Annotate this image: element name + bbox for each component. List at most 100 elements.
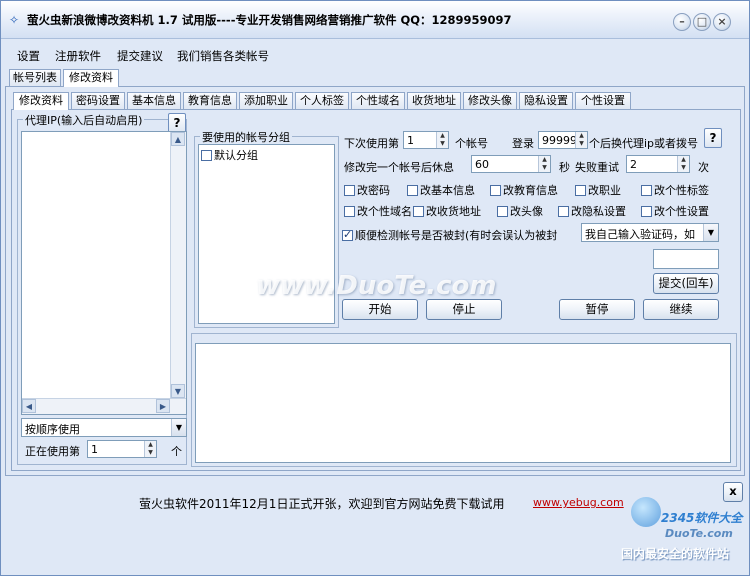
stepper-arrows-icon[interactable]: ▲ ▼ [575,132,587,148]
cb-change-privacy[interactable]: 改隐私设置 [558,203,626,219]
tab-address[interactable]: 收货地址 [407,92,461,109]
tab-inner-edit-profile[interactable]: 修改资料 [13,92,69,110]
login-stepper[interactable]: 999999 ▲ ▼ [538,131,588,149]
tab-privacy[interactable]: 隐私设置 [519,92,573,109]
footer-text: 萤火虫软件2011年12月1日正式开张，欢迎到官方网站免费下载试用 [139,497,505,511]
chevron-down-icon[interactable]: ▼ [703,224,718,241]
cb-label: 改密码 [357,184,390,197]
group-default-label: 默认分组 [214,149,258,162]
captcha-mode-select[interactable]: 我自己输入验证码，如 ▼ [581,223,719,242]
checkbox-icon [201,150,212,161]
proxy-ip-textarea[interactable]: ▲ ▼ ◀ ▶ [21,131,187,415]
checkbox-icon [344,206,355,217]
tab-account-list[interactable]: 帐号列表 [9,69,61,86]
login-label: 登录 [512,137,534,150]
next-use-stepper[interactable]: 1 ▲ ▼ [403,131,449,149]
maximize-button[interactable]: □ [693,13,711,31]
scroll-down-icon[interactable]: ▼ [171,384,185,398]
tab-edit-profile[interactable]: 修改资料 [63,69,119,87]
checkbox-icon [407,185,418,196]
checkbox-checked-icon [342,228,353,241]
tab-password[interactable]: 密码设置 [71,92,125,109]
rest-value: 60 [475,158,489,171]
login-suffix: 个后换代理ip或者拨号 [589,137,699,150]
continue-button[interactable]: 继续 [643,299,719,320]
scroll-left-icon[interactable]: ◀ [22,399,36,413]
cb-change-basic-info[interactable]: 改基本信息 [407,182,475,198]
cb-change-address[interactable]: 改收货地址 [413,203,481,219]
stop-button[interactable]: 停止 [426,299,502,320]
start-button[interactable]: 开始 [342,299,418,320]
logo-2345: 2345软件大全 [661,511,743,525]
scroll-up-icon[interactable]: ▲ [171,132,185,146]
cb-label: 改收货地址 [426,205,481,218]
checkbox-icon [641,185,652,196]
menu-feedback[interactable]: 提交建议 [117,48,163,64]
scroll-right-icon[interactable]: ▶ [156,399,170,413]
tab-add-job[interactable]: 添加职业 [239,92,293,109]
log-output[interactable] [195,343,731,463]
menu-accounts-sale[interactable]: 我们销售各类帐号 [177,48,269,64]
tab-domain[interactable]: 个性域名 [351,92,405,109]
next-use-unit: 个帐号 [455,137,488,150]
firefly-app-icon: ✧ [9,13,20,27]
stepper-arrows-icon[interactable]: ▲ ▼ [436,132,448,148]
footer-close-button[interactable]: x [723,482,743,502]
proxy-order-select[interactable]: 按顺序使用 ▼ [21,418,187,437]
tab-tags[interactable]: 个人标签 [295,92,349,109]
checkbox-icon [490,185,501,196]
using-value: 1 [91,443,98,456]
cb-label: 改基本信息 [420,184,475,197]
proxy-vertical-scrollbar[interactable]: ▲ ▼ [170,132,186,398]
menu-register[interactable]: 注册软件 [55,48,101,64]
retry-label: 失败重试 [575,161,619,174]
cb-label: 改职业 [588,184,621,197]
retry-unit: 次 [698,161,709,174]
cb-label: 改个性设置 [654,205,709,218]
cb-change-personal-settings[interactable]: 改个性设置 [641,203,709,219]
stepper-arrows-icon[interactable]: ▲ ▼ [144,441,156,457]
logo-tagline: 国内最安全的软件站 [621,547,730,561]
using-label: 正在使用第 [25,445,80,458]
cb-change-avatar[interactable]: 改头像 [497,203,543,219]
cb-change-tags[interactable]: 改个性标签 [641,182,709,198]
tab-personal-settings[interactable]: 个性设置 [575,92,631,109]
cb-label: 改个性域名 [357,205,412,218]
tab-basic-info[interactable]: 基本信息 [127,92,181,109]
settings-help-button[interactable]: ? [704,128,722,148]
group-default-checkbox[interactable]: 默认分组 [201,147,258,163]
rest-label: 修改完一个帐号后休息 [344,161,454,174]
captcha-input[interactable] [653,249,719,269]
tab-education[interactable]: 教育信息 [183,92,237,109]
proxy-horizontal-scrollbar[interactable]: ◀ ▶ [22,398,186,414]
cb-change-job[interactable]: 改职业 [575,182,621,198]
chevron-down-icon[interactable]: ▼ [171,419,186,436]
menu-bar: 设置 注册软件 提交建议 我们销售各类帐号 [1,43,749,67]
retry-stepper[interactable]: 2 ▲ ▼ [626,155,690,173]
next-use-value: 1 [407,134,414,147]
close-button[interactable]: × [713,13,731,31]
minimize-button[interactable]: – [673,13,691,31]
cb-label: 改头像 [510,205,543,218]
tab-avatar[interactable]: 修改头像 [463,92,517,109]
using-stepper[interactable]: 1 ▲ ▼ [87,440,157,458]
proxy-help-button[interactable]: ? [168,113,186,133]
footer-bar: 萤火虫软件2011年12月1日正式开张，欢迎到官方网站免费下载试用 www.ye… [1,479,749,575]
window-title: 萤火虫新浪微博改资料机 1.7 试用版----专业开发销售网络营销推广软件 QQ… [27,13,512,27]
duote-logo-icon [631,497,661,527]
stepper-arrows-icon[interactable]: ▲ ▼ [538,156,550,172]
main-window: ✧ 萤火虫新浪微博改资料机 1.7 试用版----专业开发销售网络营销推广软件 … [0,0,750,576]
menu-settings[interactable]: 设置 [17,48,40,64]
cb-label: 改教育信息 [503,184,558,197]
cb-check-banned[interactable]: 顺便检测帐号是否被封(有时会误认为被封 [342,227,557,243]
pause-button[interactable]: 暂停 [559,299,635,320]
stepper-arrows-icon[interactable]: ▲ ▼ [677,156,689,172]
logo-duote: DuoTe.com [665,527,733,540]
cb-change-password[interactable]: 改密码 [344,182,390,198]
submit-captcha-button[interactable]: 提交(回车) [653,273,719,294]
cb-change-domain[interactable]: 改个性域名 [344,203,412,219]
rest-stepper[interactable]: 60 ▲ ▼ [471,155,551,173]
cb-change-education[interactable]: 改教育信息 [490,182,558,198]
official-site-link[interactable]: www.yebug.com [533,496,624,509]
title-bar[interactable]: ✧ 萤火虫新浪微博改资料机 1.7 试用版----专业开发销售网络营销推广软件 … [1,1,749,39]
